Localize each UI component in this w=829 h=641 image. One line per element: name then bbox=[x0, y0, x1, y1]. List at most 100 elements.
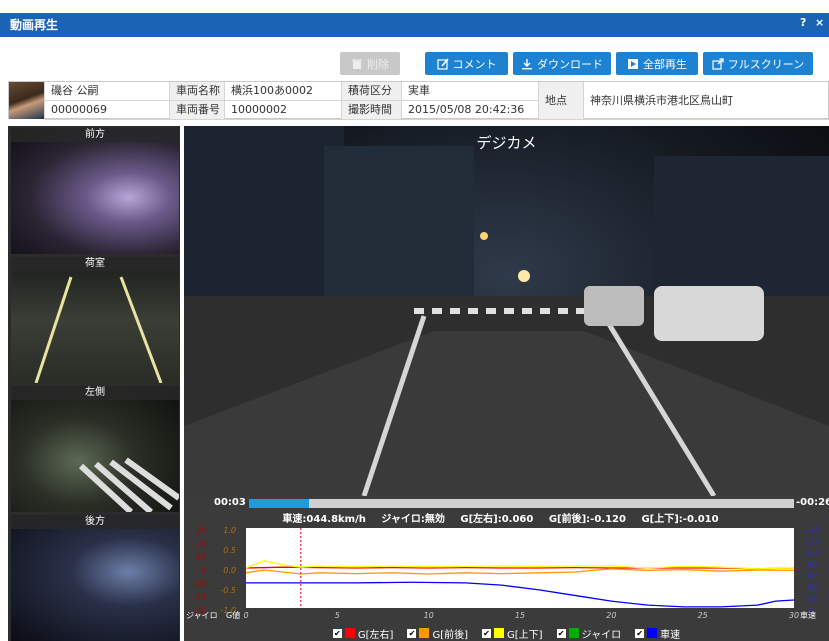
gyro-tick-label: -20 bbox=[193, 593, 206, 602]
legend-item[interactable]: ✔ G[上下] bbox=[482, 626, 543, 641]
legend-checkbox[interactable]: ✔ bbox=[482, 628, 492, 638]
help-button[interactable]: ? bbox=[800, 16, 806, 29]
load-value: 実車 bbox=[402, 82, 539, 101]
gyro-tick-label: 30 bbox=[196, 526, 206, 535]
delete-label: 削除 bbox=[367, 57, 389, 71]
delete-button: 削除 bbox=[340, 52, 400, 75]
driver-name: 磯谷 公嗣 bbox=[45, 82, 170, 101]
legend-label: G[左右] bbox=[357, 629, 394, 641]
remaining-time: -00:26 bbox=[796, 497, 829, 508]
driver-id: 00000069 bbox=[45, 101, 170, 120]
load-label: 積荷区分 bbox=[342, 82, 402, 101]
download-button[interactable]: ダウンロード bbox=[513, 52, 611, 75]
title-bar: 動画再生 ? × bbox=[0, 13, 829, 37]
comment-label: コメント bbox=[452, 57, 497, 71]
download-label: ダウンロード bbox=[537, 57, 603, 71]
legend-checkbox[interactable]: ✔ bbox=[332, 628, 342, 638]
legend-swatch bbox=[344, 628, 355, 638]
legend-checkbox[interactable]: ✔ bbox=[556, 628, 566, 638]
legend-swatch bbox=[647, 628, 658, 638]
capture-time: 2015/05/08 20:42:36 bbox=[402, 101, 539, 120]
fullscreen-label: フルスクリーン bbox=[727, 57, 805, 71]
gyro-tick-label: 10 bbox=[196, 553, 206, 562]
lane-lines bbox=[34, 276, 163, 383]
legend-swatch bbox=[568, 628, 579, 638]
vehicle-name: 横浜100あ0002 bbox=[225, 82, 342, 101]
download-icon bbox=[522, 58, 532, 69]
camera-thumbnail-list: 前方 荷室 左側 後方 bbox=[8, 126, 180, 641]
elapsed-time: 00:03 bbox=[214, 497, 246, 508]
vehicle-name-label: 車両名称 bbox=[170, 82, 225, 101]
crosswalk-stripes bbox=[78, 457, 179, 512]
graph-legend: ✔ G[左右] ✔ G[前後] ✔ G[上下] ✔ ジャイロ ✔ 車速 bbox=[184, 626, 829, 641]
gyro-tick-label: -10 bbox=[193, 579, 206, 588]
toolbar: 削除 コメント ダウンロード 全部再生 フルスクリーン bbox=[0, 44, 829, 78]
play-all-label: 全部再生 bbox=[643, 57, 687, 71]
seek-bar[interactable] bbox=[249, 499, 794, 508]
play-all-button[interactable]: 全部再生 bbox=[616, 52, 698, 75]
time-label: 撮影時間 bbox=[342, 101, 402, 120]
film-icon bbox=[628, 58, 638, 69]
sensor-graph: 3020100-10-20-301.00.50.0-0.5-1.01401201… bbox=[186, 526, 820, 620]
legend-item[interactable]: ✔ G[前後] bbox=[407, 626, 469, 641]
x-tick-label: 5 bbox=[335, 611, 340, 620]
speed-axis-label: 車速 bbox=[800, 610, 816, 620]
legend-item[interactable]: ✔ G[左右] bbox=[332, 626, 394, 641]
g-tick-label: 1.0 bbox=[223, 526, 236, 535]
comment-button[interactable]: コメント bbox=[425, 52, 508, 75]
close-button[interactable]: × bbox=[815, 16, 824, 29]
legend-label: 車速 bbox=[660, 629, 681, 641]
legend-label: G[前後] bbox=[432, 629, 469, 641]
camera-label: 前方 bbox=[11, 128, 179, 142]
camera-thumb-left[interactable]: 左側 bbox=[11, 386, 179, 512]
x-tick-label: 30 bbox=[789, 611, 799, 620]
seek-progress bbox=[249, 499, 309, 508]
camera-thumb-cargo[interactable]: 荷室 bbox=[11, 257, 179, 383]
main-camera-label: デジカメ bbox=[476, 134, 537, 152]
x-tick-label: 20 bbox=[606, 611, 616, 620]
vehicle-number-label: 車両番号 bbox=[170, 101, 225, 120]
speed-tick-label: 60 bbox=[807, 572, 817, 581]
legend-swatch bbox=[419, 628, 430, 638]
vehicle-number: 10000002 bbox=[225, 101, 342, 120]
edit-icon bbox=[436, 57, 449, 70]
sensor-panel: 00:03 -00:26 車速:044.8km/h ジャイロ:無効 G[左右]:… bbox=[184, 496, 829, 641]
legend-label: ジャイロ bbox=[581, 629, 622, 641]
x-tick-label: 25 bbox=[698, 611, 708, 620]
video-info-table: 磯谷 公嗣 00000069 車両名称 車両番号 横浜100あ0002 1000… bbox=[8, 81, 829, 120]
fullscreen-button[interactable]: フルスクリーン bbox=[703, 52, 813, 75]
x-tick-label: 15 bbox=[515, 611, 525, 620]
camera-label: 後方 bbox=[11, 515, 179, 529]
legend-item[interactable]: ✔ 車速 bbox=[635, 626, 681, 641]
speed-tick-label: 140 bbox=[804, 526, 819, 535]
legend-item[interactable]: ✔ ジャイロ bbox=[556, 626, 622, 641]
window-header: 動画再生 ? × bbox=[0, 0, 829, 44]
speed-tick-label: 80 bbox=[807, 560, 817, 569]
g-axis-label: G値 bbox=[226, 610, 240, 620]
g-tick-label: 0.0 bbox=[223, 566, 236, 575]
external-icon bbox=[712, 57, 724, 70]
legend-checkbox[interactable]: ✔ bbox=[635, 628, 645, 638]
place-value: 神奈川県横浜市港北区鳥山町 bbox=[584, 82, 829, 120]
timeline: 00:03 -00:26 bbox=[184, 496, 829, 510]
camera-thumb-rear[interactable]: 後方 bbox=[11, 515, 179, 641]
main-video-player[interactable]: デジカメ bbox=[184, 126, 829, 496]
legend-checkbox[interactable]: ✔ bbox=[407, 628, 417, 638]
place-label: 地点 bbox=[539, 82, 584, 120]
gyro-tick-label: 0 bbox=[201, 566, 206, 575]
x-tick-label: 10 bbox=[424, 611, 434, 620]
speed-tick-label: 20 bbox=[807, 595, 817, 604]
legend-label: G[上下] bbox=[507, 629, 543, 641]
g-tick-label: -0.5 bbox=[220, 586, 236, 595]
camera-thumb-front[interactable]: 前方 bbox=[11, 128, 179, 254]
gyro-axis-label: ジャイロ bbox=[186, 611, 218, 620]
window-title: 動画再生 bbox=[10, 18, 59, 32]
driver-avatar bbox=[9, 82, 45, 119]
trash-icon bbox=[352, 59, 362, 69]
speed-tick-label: 120 bbox=[804, 537, 819, 546]
speed-tick-label: 40 bbox=[807, 583, 817, 592]
legend-swatch bbox=[494, 628, 505, 638]
sensor-readout: 車速:044.8km/h ジャイロ:無効 G[左右]:0.060 G[前後]:-… bbox=[184, 510, 829, 525]
g-tick-label: 0.5 bbox=[223, 546, 236, 555]
gyro-tick-label: 20 bbox=[196, 539, 206, 548]
